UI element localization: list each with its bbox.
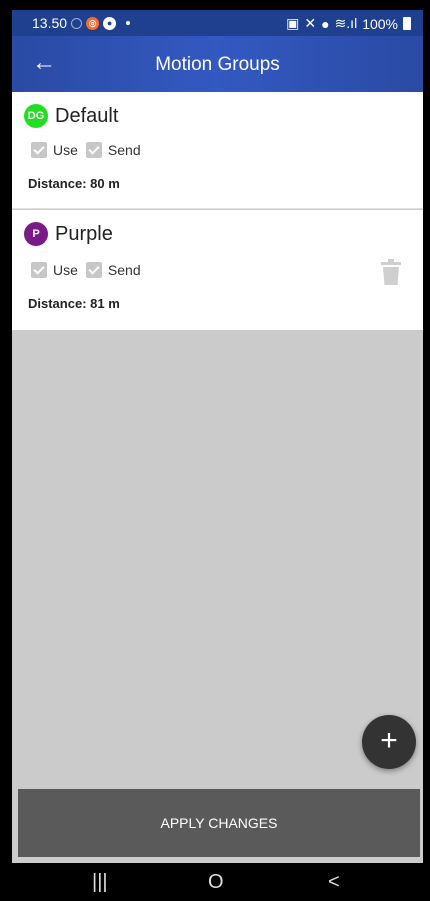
app-notification-icon: ◎ xyxy=(86,16,100,30)
system-nav-bar: ||| O < xyxy=(12,863,423,901)
account-icon: ● xyxy=(103,16,117,30)
circle-icon xyxy=(71,17,83,29)
use-checkbox[interactable] xyxy=(31,262,47,278)
battery-level: 100% xyxy=(362,15,398,32)
group-distance: Distance: 80 m xyxy=(28,176,120,191)
plus-icon: + xyxy=(380,724,398,757)
group-header: P Purple xyxy=(24,222,113,246)
group-distance: Distance: 81 m xyxy=(28,296,120,311)
group-name: Default xyxy=(55,104,119,127)
back-icon[interactable]: < xyxy=(328,871,340,894)
page-title: Motion Groups xyxy=(155,54,280,75)
group-options: Use Send xyxy=(31,142,149,158)
status-time: 13.50 xyxy=(32,15,68,31)
apply-changes-button[interactable]: APPLY CHANGES xyxy=(18,789,420,857)
group-name: Purple xyxy=(55,222,113,245)
group-card-purple[interactable]: P Purple Use Send Distance: 81 m xyxy=(12,210,423,330)
send-label: Send xyxy=(107,262,141,278)
group-avatar: P xyxy=(24,222,48,246)
send-checkbox[interactable] xyxy=(85,142,102,158)
lock-icon: ▣ xyxy=(286,15,300,31)
use-label: Use xyxy=(53,262,78,278)
app-screen: 13.50 ◎ ● ▣ ✕ ● ≋.ıl 100% ← Motion Group… xyxy=(12,10,423,901)
wifi-signal-icon: ≋.ıl xyxy=(334,15,358,31)
trash-icon[interactable] xyxy=(379,258,403,286)
use-checkbox[interactable] xyxy=(31,142,47,158)
mute-icon: ✕ xyxy=(304,15,317,31)
use-label: Use xyxy=(53,142,78,158)
status-right: ▣ ✕ ● ≋.ıl 100% xyxy=(286,15,411,32)
group-header: DG Default xyxy=(24,104,118,128)
status-bar: 13.50 ◎ ● ▣ ✕ ● ≋.ıl 100% xyxy=(12,10,423,36)
app-bar: ← Motion Groups xyxy=(12,36,423,92)
group-options: Use Send xyxy=(31,262,149,278)
more-notifications-dot-icon xyxy=(126,21,131,25)
group-card-default[interactable]: DG Default Use Send Distance: 80 m xyxy=(12,92,423,209)
location-icon: ● xyxy=(321,15,330,32)
status-left: 13.50 ◎ ● xyxy=(32,15,131,31)
send-checkbox[interactable] xyxy=(85,262,102,278)
send-label: Send xyxy=(107,142,141,158)
add-group-button[interactable]: + xyxy=(362,715,416,769)
battery-icon xyxy=(403,17,411,30)
group-avatar: DG xyxy=(24,104,48,128)
home-icon[interactable]: O xyxy=(208,871,224,894)
recents-icon[interactable]: ||| xyxy=(92,871,108,894)
